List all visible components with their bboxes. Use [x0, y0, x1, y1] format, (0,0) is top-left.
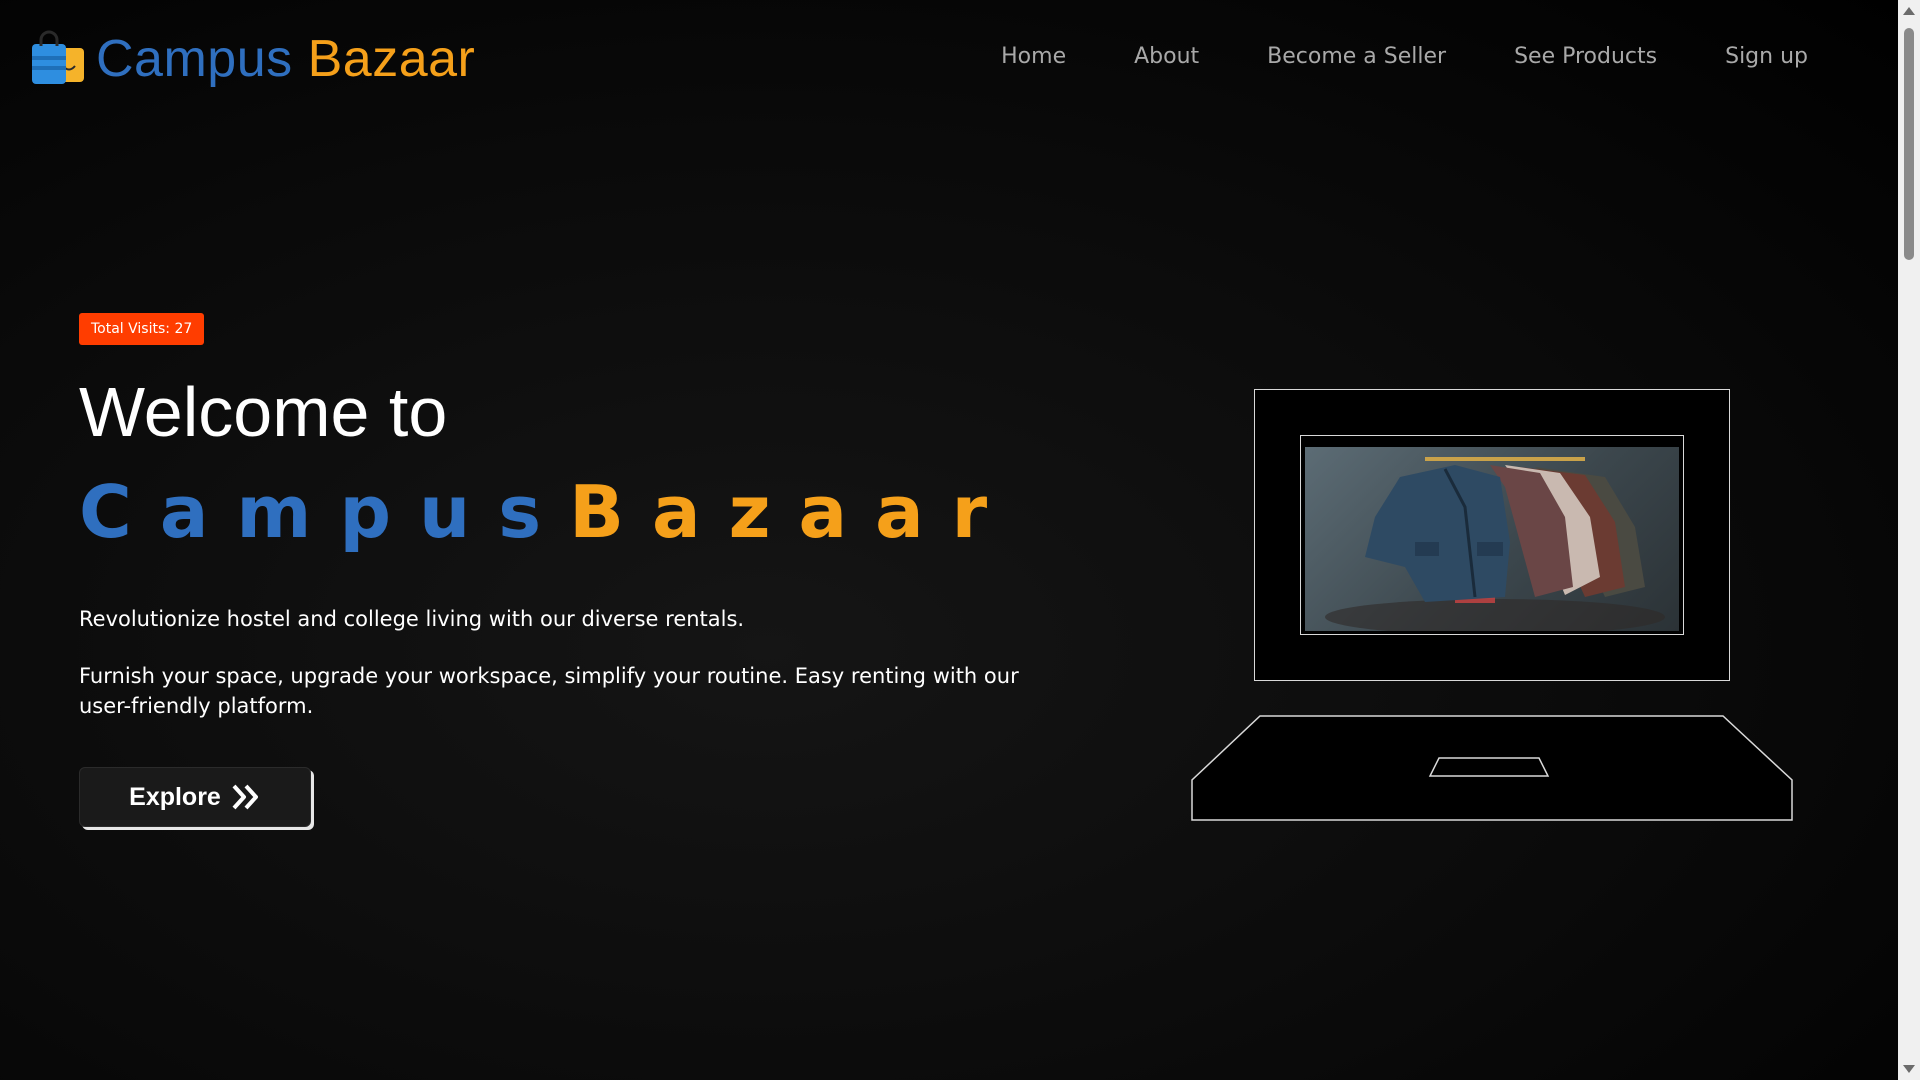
laptop-base [1191, 715, 1793, 821]
hero-welcome: Welcome to [79, 373, 448, 451]
hero-paragraph-2: Furnish your space, upgrade your workspa… [79, 664, 1019, 718]
laptop-trackpad [1428, 757, 1550, 777]
jackets-on-rack-image [1305, 447, 1679, 631]
main-nav: Home About Become a Seller See Products … [1001, 44, 1808, 69]
brand-name: Campus Bazaar [96, 33, 475, 85]
brand-logo[interactable]: Campus Bazaar [30, 30, 475, 88]
double-chevron-right-icon [232, 784, 258, 810]
hero-paragraph-1: Revolutionize hostel and college living … [79, 607, 745, 631]
explore-label: Explore [129, 782, 221, 811]
brand-name-part1: Campus [96, 30, 293, 88]
landing-page: Campus Bazaar Home About Become a Seller… [0, 0, 1898, 1080]
brand-name-part2: Bazaar [307, 30, 476, 88]
vertical-scrollbar[interactable] [1898, 0, 1920, 1080]
scroll-up-arrow-icon[interactable] [1903, 7, 1915, 15]
visits-badge: Total Visits: 27 [79, 313, 205, 345]
nav-become-seller[interactable]: Become a Seller [1267, 44, 1446, 69]
nav-sign-up[interactable]: Sign up [1725, 44, 1808, 69]
nav-see-products[interactable]: See Products [1514, 44, 1657, 69]
hero-title-part2: Bazaar [569, 470, 1016, 554]
hero-title: CampusBazaar [79, 470, 1015, 554]
nav-home[interactable]: Home [1001, 44, 1066, 69]
scrollbar-thumb[interactable] [1904, 28, 1914, 260]
scroll-down-arrow-icon[interactable] [1903, 1065, 1915, 1073]
hero-title-part1: Campus [79, 470, 570, 554]
explore-button[interactable]: Explore [79, 767, 311, 827]
nav-about[interactable]: About [1134, 44, 1199, 69]
jackets-illustration [1325, 457, 1665, 631]
shopping-bag-icon [32, 30, 84, 84]
